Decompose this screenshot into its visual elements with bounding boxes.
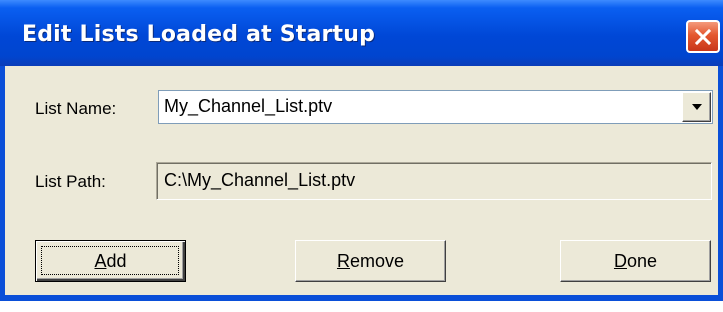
add-button[interactable]: Add bbox=[35, 240, 186, 282]
list-name-value: My_Channel_List.ptv bbox=[164, 96, 333, 116]
dialog-window: Edit Lists Loaded at Startup List Name: … bbox=[0, 0, 723, 301]
list-path-value: C:\My_Channel_List.ptv bbox=[164, 170, 356, 190]
title-bar[interactable]: Edit Lists Loaded at Startup bbox=[0, 0, 723, 66]
list-path-field: C:\My_Channel_List.ptv bbox=[156, 162, 712, 200]
chevron-down-icon bbox=[691, 104, 702, 110]
remove-button-mnemonic: R bbox=[336, 250, 350, 271]
done-button-label: Done bbox=[614, 251, 657, 272]
close-icon bbox=[694, 28, 712, 45]
close-button[interactable] bbox=[686, 20, 720, 53]
add-button-label: Add bbox=[94, 251, 126, 272]
done-button-mnemonic: D bbox=[613, 250, 627, 271]
list-path-label: List Path: bbox=[35, 172, 106, 191]
add-button-rest: dd bbox=[106, 250, 127, 271]
add-button-mnemonic: A bbox=[94, 250, 107, 271]
list-name-dropdown[interactable]: My_Channel_List.ptv bbox=[158, 90, 713, 124]
dialog-body: List Name: My_Channel_List.ptv List Path… bbox=[5, 66, 718, 295]
list-name-label: List Name: bbox=[35, 99, 117, 118]
done-button-rest: one bbox=[626, 250, 658, 271]
remove-button[interactable]: Remove bbox=[295, 240, 446, 282]
done-button[interactable]: Done bbox=[560, 240, 711, 282]
remove-button-rest: emove bbox=[349, 250, 405, 271]
dropdown-button[interactable] bbox=[682, 92, 711, 122]
remove-button-label: Remove bbox=[337, 251, 404, 272]
window-title: Edit Lists Loaded at Startup bbox=[22, 22, 376, 47]
